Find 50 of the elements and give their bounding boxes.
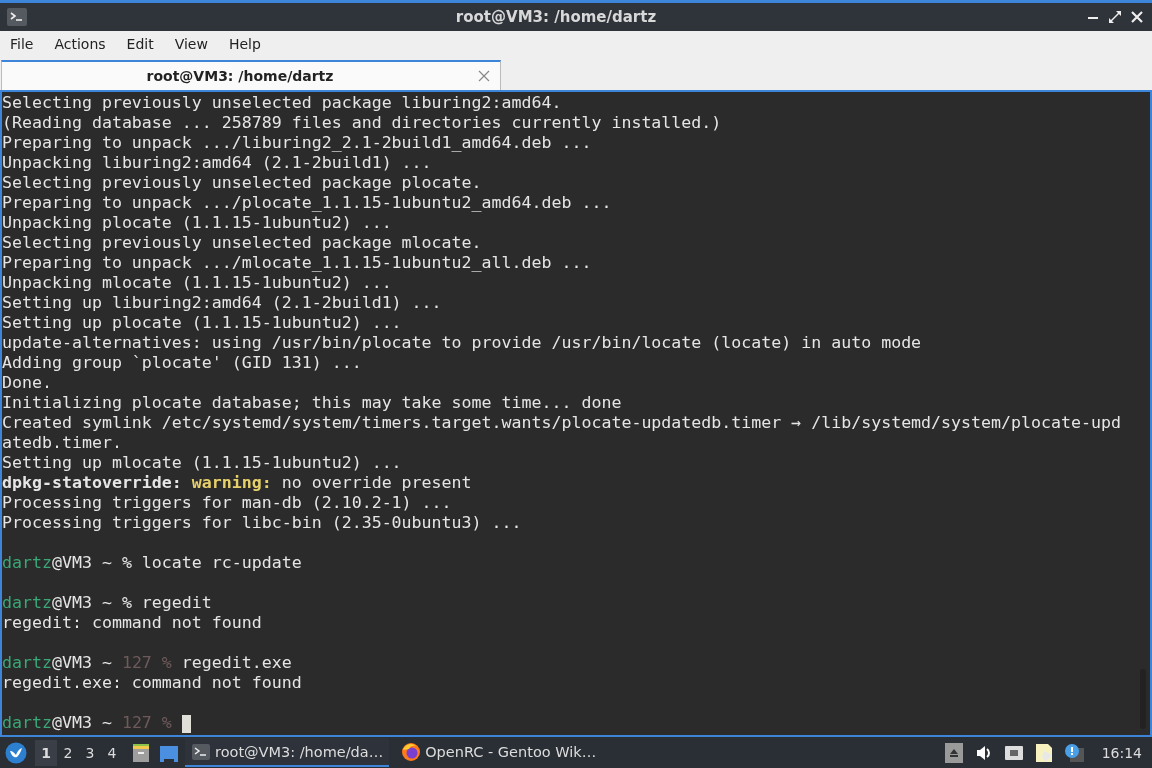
notes-icon[interactable] [1033,742,1054,763]
terminal-line: Unpacking liburing2:amd64 (2.1-2build1) ... [2,153,432,173]
terminal-line: dpkg-statoverride: warning: no override present [2,473,472,493]
terminal-line: Created symlink /etc/systemd/system/timers.target.wants/plocate-updatedb.timer → /lib/systemd/system/plocate-upd [2,413,1121,433]
terminal-line: Adding group `plocate' (GID 131) ... [2,353,362,373]
terminal-line: Preparing to unpack .../liburing2_2.1-2build1_amd64.deb ... [2,133,592,153]
terminal-line: Selecting previously unselected package mlocate. [2,233,482,253]
menu-item[interactable]: File [2,35,42,52]
taskbar-task[interactable]: root@VM3: /home/da… [185,738,390,767]
terminal-line: Unpacking mlocate (1.1.15-1ubuntu2) ... [2,273,392,293]
terminal-line: (Reading database ... 258789 files and directories currently installed.) [2,113,722,133]
workspace-button[interactable]: 2 [57,739,79,766]
terminal-line: Setting up liburing2:amd64 (2.1-2build1) ... [2,293,442,313]
terminal-line: Unpacking plocate (1.1.15-1ubuntu2) ... [2,213,392,233]
tab[interactable]: root@VM3: /home/dartz [1,60,501,90]
terminal-line: dartz@VM3 ~ % regedit [2,593,212,613]
terminal-line: atedb.timer. [2,433,122,453]
maximize-icon[interactable] [1106,8,1124,26]
terminal-line: regedit.exe: command not found [2,673,302,693]
terminal-line: Done. [2,373,52,393]
taskbar-task[interactable]: OpenRC - Gentoo Wik… [395,738,603,767]
terminal-line: dartz@VM3 ~ 127 % [2,713,191,733]
terminal-line: Selecting previously unselected package plocate. [2,173,482,193]
terminal-line: Processing triggers for libc-bin (2.35-0ubuntu3) ... [2,513,522,533]
terminal-line: regedit: command not found [2,613,262,633]
clock: 16:14 [1101,744,1142,761]
notification-icon[interactable] [1063,742,1084,763]
terminal-line: Initializing plocate database; this may take some time... done [2,393,622,413]
menu-item[interactable]: Actions [46,35,114,52]
terminal-line: Setting up plocate (1.1.15-1ubuntu2) ... [2,313,402,333]
terminal-line: update-alternatives: using /usr/bin/plocate to provide /usr/bin/locate (locate) in auto mode [2,333,922,353]
terminal-line: dartz@VM3 ~ % locate rc-update [2,553,302,573]
workspace-button[interactable]: 3 [79,739,101,766]
terminal-line: Selecting previously unselected package liburing2:amd64. [2,93,562,113]
terminal-line: Processing triggers for man-db (2.10.2-1) ... [2,493,452,513]
fox-globe-icon [401,741,422,762]
workspace-button[interactable]: 1 [35,739,57,766]
terminal-icon [6,7,28,27]
eject-icon[interactable] [943,742,964,763]
terminal-icon [191,741,211,762]
terminal-line: Preparing to unpack .../plocate_1.1.15-1ubuntu2_amd64.deb ... [2,193,612,213]
file-cabinet-icon[interactable] [131,742,151,763]
terminal-line: dartz@VM3 ~ 127 % regedit.exe [2,653,292,673]
terminal-line: Preparing to unpack .../mlocate_1.1.15-1ubuntu2_all.deb ... [2,253,592,273]
menu-item[interactable]: View [166,35,216,52]
window-title: root@VM3: /home/dartz [454,8,658,26]
menu-item[interactable]: Edit [118,35,162,52]
workspace-button[interactable]: 4 [101,739,123,766]
menu-item[interactable]: Help [220,35,269,52]
terminal-line: Setting up mlocate (1.1.15-1ubuntu2) ... [2,453,402,473]
